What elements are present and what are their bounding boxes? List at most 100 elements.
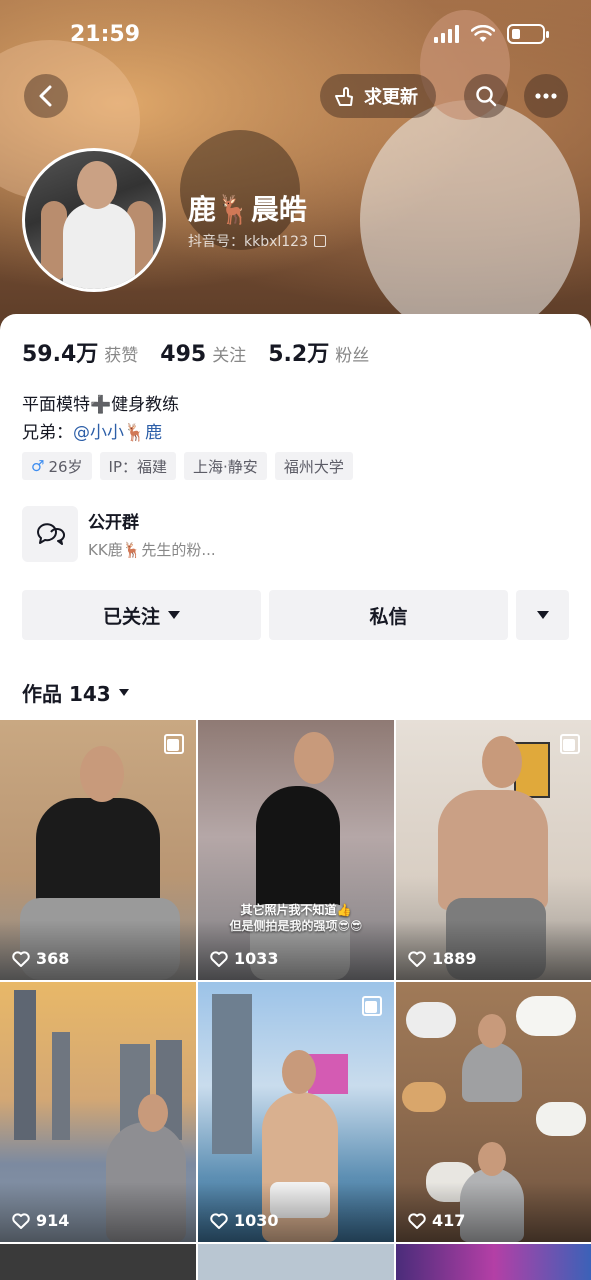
likes-count: 914 xyxy=(36,1211,70,1230)
works-label: 作品 143 xyxy=(22,682,111,706)
tile-figure xyxy=(482,736,522,788)
likes-count: 417 xyxy=(432,1211,466,1230)
bio-line-2: 兄弟：@小小🦌鹿 xyxy=(22,418,162,443)
message-label: 私信 xyxy=(369,605,408,628)
message-button[interactable]: 私信 xyxy=(269,590,508,640)
back-button[interactable] xyxy=(24,74,68,118)
likes-count: 368 xyxy=(36,949,70,968)
mention-link[interactable]: @小小🦌鹿 xyxy=(73,423,162,443)
request-update-label: 求更新 xyxy=(364,87,418,108)
tile-building xyxy=(52,1032,70,1140)
tile-figure xyxy=(462,1042,522,1102)
profile-card: 59.4万 获赞 495 关注 5.2万 粉丝 平面模特➕健身教练 兄弟：@小小… xyxy=(0,314,591,1280)
video-tile[interactable]: 其它照片我不知道👍 但是侧拍是我的强项😎😎 1033 xyxy=(198,720,394,980)
tag-age-text: 26岁 xyxy=(48,457,83,476)
caret-down-icon xyxy=(118,689,129,696)
tag-age: ♂ 26岁 xyxy=(22,452,92,480)
video-tile[interactable]: 1889 xyxy=(396,720,591,980)
more-actions-button[interactable] xyxy=(516,590,569,640)
avatar-figure xyxy=(63,203,135,289)
tile-likes: 417 xyxy=(408,1211,465,1230)
heart-icon xyxy=(12,950,30,967)
douyin-id[interactable]: 抖音号：kkbxl123 xyxy=(188,231,326,251)
tile-likes: 1033 xyxy=(210,949,279,968)
video-tile[interactable]: 914 xyxy=(0,982,196,1242)
profile-name: 鹿🦌晨皓 xyxy=(188,193,307,226)
tag-row: ♂ 26岁 IP：福建 上海·静安 福州大学 xyxy=(22,452,353,480)
tile-dog xyxy=(516,996,576,1036)
avatar-figure xyxy=(77,161,117,209)
tile-likes: 1889 xyxy=(408,949,477,968)
video-tile[interactable] xyxy=(198,1244,394,1280)
bio-prefix: 兄弟： xyxy=(22,423,73,443)
stats-row: 59.4万 获赞 495 关注 5.2万 粉丝 xyxy=(22,336,369,368)
tile-likes: 1030 xyxy=(210,1211,279,1230)
stat-number: 5.2万 xyxy=(268,342,330,367)
group-title: 公开群 xyxy=(88,513,139,533)
heart-icon xyxy=(210,1212,228,1229)
tile-dog xyxy=(402,1082,446,1112)
status-time: 21:59 xyxy=(70,22,141,47)
tile-figure xyxy=(282,1050,316,1094)
video-tile[interactable] xyxy=(396,1244,591,1280)
caret-down-icon xyxy=(168,611,180,619)
tile-figure xyxy=(438,790,548,910)
tile-likes: 914 xyxy=(12,1211,69,1230)
group-subtitle: KK鹿🦌先生的粉... xyxy=(88,541,216,559)
more-dots-icon xyxy=(535,93,557,99)
tile-figure xyxy=(478,1142,506,1176)
public-group[interactable]: 公开群 KK鹿🦌先生的粉... xyxy=(22,506,216,562)
stat-likes[interactable]: 59.4万 获赞 xyxy=(22,336,138,368)
male-icon: ♂ xyxy=(31,457,45,475)
tile-building xyxy=(14,990,36,1140)
wifi-icon xyxy=(471,25,495,42)
heart-icon xyxy=(12,1212,30,1229)
stat-label: 获赞 xyxy=(104,346,139,366)
tile-figure xyxy=(478,1014,506,1048)
following-button[interactable]: 已关注 xyxy=(22,590,261,640)
bio-line-1: 平面模特➕健身教练 xyxy=(22,395,180,415)
tile-dog xyxy=(536,1102,586,1136)
stat-followers[interactable]: 5.2万 粉丝 xyxy=(268,336,369,368)
tile-figure xyxy=(294,732,334,784)
multi-image-icon xyxy=(560,734,580,754)
action-row: 已关注 私信 xyxy=(22,590,569,640)
video-tile[interactable]: 368 xyxy=(0,720,196,980)
caret-down-icon xyxy=(536,611,549,619)
video-tile[interactable]: 417 xyxy=(396,982,591,1242)
stat-label: 粉丝 xyxy=(335,346,370,366)
avatar[interactable] xyxy=(22,148,166,292)
multi-image-icon xyxy=(164,734,184,754)
works-tab[interactable]: 作品 143 xyxy=(22,678,129,707)
request-update-button[interactable]: 求更新 xyxy=(320,74,436,118)
search-icon xyxy=(476,86,497,107)
status-bar: 21:59 xyxy=(0,18,591,54)
heart-icon xyxy=(408,1212,426,1229)
likes-count: 1030 xyxy=(234,1211,279,1230)
more-button[interactable] xyxy=(524,74,568,118)
search-button[interactable] xyxy=(464,74,508,118)
status-icons xyxy=(434,24,549,44)
stat-following[interactable]: 495 关注 xyxy=(160,341,246,367)
douyin-id-text: 抖音号：kkbxl123 xyxy=(188,234,308,250)
tile-building xyxy=(212,994,252,1154)
stat-number: 495 xyxy=(160,342,207,367)
multi-image-icon xyxy=(362,996,382,1016)
battery-icon xyxy=(507,24,549,44)
likes-count: 1889 xyxy=(432,949,477,968)
tile-figure xyxy=(80,746,124,802)
heart-icon xyxy=(408,950,426,967)
tile-figure xyxy=(138,1094,168,1132)
tile-likes: 368 xyxy=(12,949,69,968)
group-chat-icon xyxy=(22,506,78,562)
copy-icon[interactable] xyxy=(314,235,326,247)
heart-icon xyxy=(210,950,228,967)
video-tile[interactable]: 1030 xyxy=(198,982,394,1242)
tag-location: 上海·静安 xyxy=(184,452,267,480)
chevron-left-icon xyxy=(39,85,52,107)
tile-dog xyxy=(406,1002,456,1038)
following-label: 已关注 xyxy=(102,605,160,628)
group-text: 公开群 KK鹿🦌先生的粉... xyxy=(88,508,216,560)
signal-icon xyxy=(434,25,459,43)
video-tile[interactable] xyxy=(0,1244,196,1280)
